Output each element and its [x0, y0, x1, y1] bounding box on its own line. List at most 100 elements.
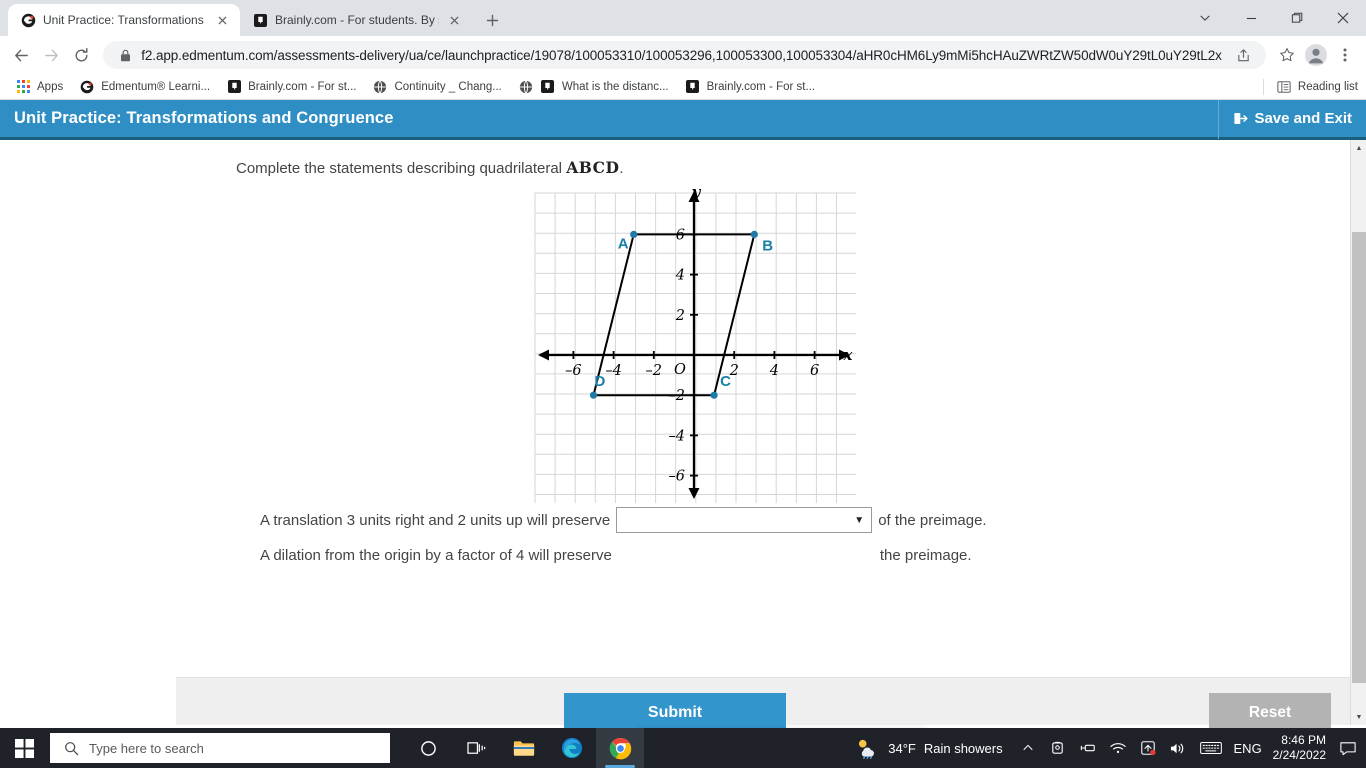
wifi-icon[interactable] — [1103, 728, 1133, 768]
svg-text:–4: –4 — [605, 363, 621, 379]
bookmark-brainly-2[interactable]: Brainly.com - For st... — [678, 76, 822, 98]
google-chrome-icon[interactable] — [596, 728, 644, 768]
svg-text:–6: –6 — [565, 363, 581, 379]
svg-text:O: O — [674, 362, 686, 378]
svg-text:x: x — [843, 346, 854, 364]
vertex-point-d — [589, 391, 598, 399]
browser-tab-title: Unit Practice: Transformations an — [43, 13, 207, 27]
statement-row-0: A translation 3 units right and 2 units … — [260, 503, 1350, 537]
statement-row-1: A dilation from the origin by a factor o… — [260, 538, 1350, 572]
address-bar[interactable]: f2.app.edmentum.com/assessments-delivery… — [103, 41, 1267, 69]
cortana-icon[interactable] — [404, 728, 452, 768]
action-bar: Submit Reset — [176, 677, 1350, 728]
minimize-button[interactable] — [1228, 2, 1274, 34]
bookmark-apps[interactable]: Apps — [8, 76, 70, 98]
window-controls — [1182, 0, 1366, 36]
edmentum-icon — [79, 79, 95, 95]
bookmark-star-icon[interactable] — [1274, 42, 1300, 68]
svg-text:–4: –4 — [669, 428, 685, 444]
statements-block: A translation 3 units right and 2 units … — [0, 503, 1350, 572]
vertex-point-a — [630, 230, 638, 238]
reset-button[interactable]: Reset — [1209, 693, 1331, 728]
close-icon[interactable] — [446, 12, 462, 28]
bookmark-edmentum[interactable]: Edmentum® Learni... — [72, 76, 217, 98]
brainly-icon — [540, 79, 556, 95]
profile-avatar-icon[interactable] — [1302, 41, 1330, 69]
submit-button[interactable]: Submit — [564, 693, 786, 728]
scroll-down-arrow-icon[interactable]: ▼ — [1351, 709, 1366, 725]
taskbar-search-input[interactable]: Type here to search — [50, 733, 390, 763]
bookmark-brainly-1[interactable]: Brainly.com - For st... — [219, 76, 363, 98]
maximize-button[interactable] — [1274, 2, 1320, 34]
apps-grid-icon — [15, 79, 31, 95]
bookmark-label: Apps — [37, 80, 64, 93]
back-button[interactable] — [8, 41, 36, 69]
system-tray: 34°F Rain showers ENG 8:46 PM 2/24/2022 — [851, 728, 1366, 768]
taskbar-apps — [404, 728, 644, 768]
vertex-label-b: B — [762, 237, 773, 254]
app-header: Unit Practice: Transformations and Congr… — [0, 100, 1366, 140]
browser-tab-title: Brainly.com - For students. By stu — [275, 13, 439, 27]
usb-icon[interactable] — [1073, 728, 1103, 768]
language-indicator[interactable]: ENG — [1229, 728, 1267, 768]
volume-icon[interactable] — [1163, 728, 1193, 768]
update-icon[interactable] — [1133, 728, 1163, 768]
axes — [538, 191, 850, 499]
tab-search-icon[interactable] — [1182, 2, 1228, 34]
bookmark-continuity[interactable]: Continuity _ Chang... — [365, 76, 508, 98]
divider — [1262, 78, 1264, 95]
rain-cloud-sun-icon — [855, 738, 880, 759]
lock-icon — [117, 42, 133, 68]
question-scroll-region: Complete the statements describing quadr… — [0, 140, 1350, 725]
svg-text:4: 4 — [769, 363, 779, 379]
bookmark-label: Continuity _ Chang... — [394, 80, 502, 93]
svg-text:y: y — [691, 185, 702, 201]
close-icon[interactable] — [214, 12, 230, 28]
save-and-exit-button[interactable]: Save and Exit — [1218, 100, 1352, 139]
bookmark-label: Brainly.com - For st... — [706, 80, 816, 93]
clock-time: 8:46 PM — [1281, 733, 1326, 747]
action-center-icon[interactable] — [1334, 728, 1362, 768]
kebab-menu-icon[interactable] — [1332, 42, 1358, 68]
windows-start-icon[interactable] — [0, 728, 48, 768]
new-tab-button[interactable] — [478, 6, 506, 34]
statement-text-after: the preimage. — [879, 546, 972, 564]
weather-condition: Rain showers — [923, 740, 1003, 756]
svg-text:2: 2 — [675, 308, 685, 324]
preserve-dropdown-0[interactable]: ▼ — [616, 507, 873, 533]
onedrive-icon[interactable] — [1043, 728, 1073, 768]
brainly-icon — [252, 12, 268, 28]
bookmark-distance[interactable]: What is the distanc... — [511, 76, 676, 98]
task-view-icon[interactable] — [452, 728, 500, 768]
vertex-label-c: C — [720, 373, 731, 390]
reload-button[interactable] — [68, 41, 96, 69]
file-explorer-icon[interactable] — [500, 728, 548, 768]
browser-tab-0[interactable]: Unit Practice: Transformations an — [8, 4, 240, 36]
bookmarks-bar: Apps Edmentum® Learni... Brainly.com - F… — [0, 74, 1366, 100]
weather-temp: 34°F — [888, 740, 916, 756]
question-prompt: Complete the statements describing quadr… — [0, 140, 1350, 177]
coordinate-graph: –6 –4 –2 2 4 6 –6 –4 –2 2 4 6 x y O A B C D — [0, 185, 1350, 503]
vertical-scrollbar[interactable]: ▲ ▼ — [1350, 140, 1366, 725]
close-button[interactable] — [1320, 2, 1366, 34]
scrollbar-thumb[interactable] — [1352, 232, 1366, 683]
vertex-point-b — [750, 230, 758, 238]
vertex-label-d: D — [595, 373, 606, 390]
keyboard-icon[interactable] — [1193, 728, 1229, 768]
microsoft-edge-icon[interactable] — [548, 728, 596, 768]
scroll-up-arrow-icon[interactable]: ▲ — [1351, 140, 1366, 156]
browser-tab-1[interactable]: Brainly.com - For students. By stu — [240, 4, 472, 36]
search-icon — [64, 741, 79, 756]
vertex-label-a: A — [618, 235, 629, 252]
coordinate-plane-svg: –6 –4 –2 2 4 6–6–4–2246xyOA BCD — [534, 185, 856, 503]
taskbar-weather[interactable]: 34°F Rain showers — [851, 738, 1012, 759]
chevron-up-icon[interactable] — [1013, 728, 1043, 768]
save-and-exit-label: Save and Exit — [1254, 110, 1352, 127]
reading-list-icon — [1276, 79, 1292, 95]
reading-list-button[interactable]: Reading list — [1262, 78, 1358, 95]
bookmark-label: Edmentum® Learni... — [101, 80, 211, 93]
share-icon[interactable] — [1230, 42, 1256, 68]
forward-button[interactable] — [38, 41, 66, 69]
taskbar-clock[interactable]: 8:46 PM 2/24/2022 — [1267, 733, 1334, 763]
question-prompt-text: Complete the statements describing quadr… — [236, 160, 563, 177]
